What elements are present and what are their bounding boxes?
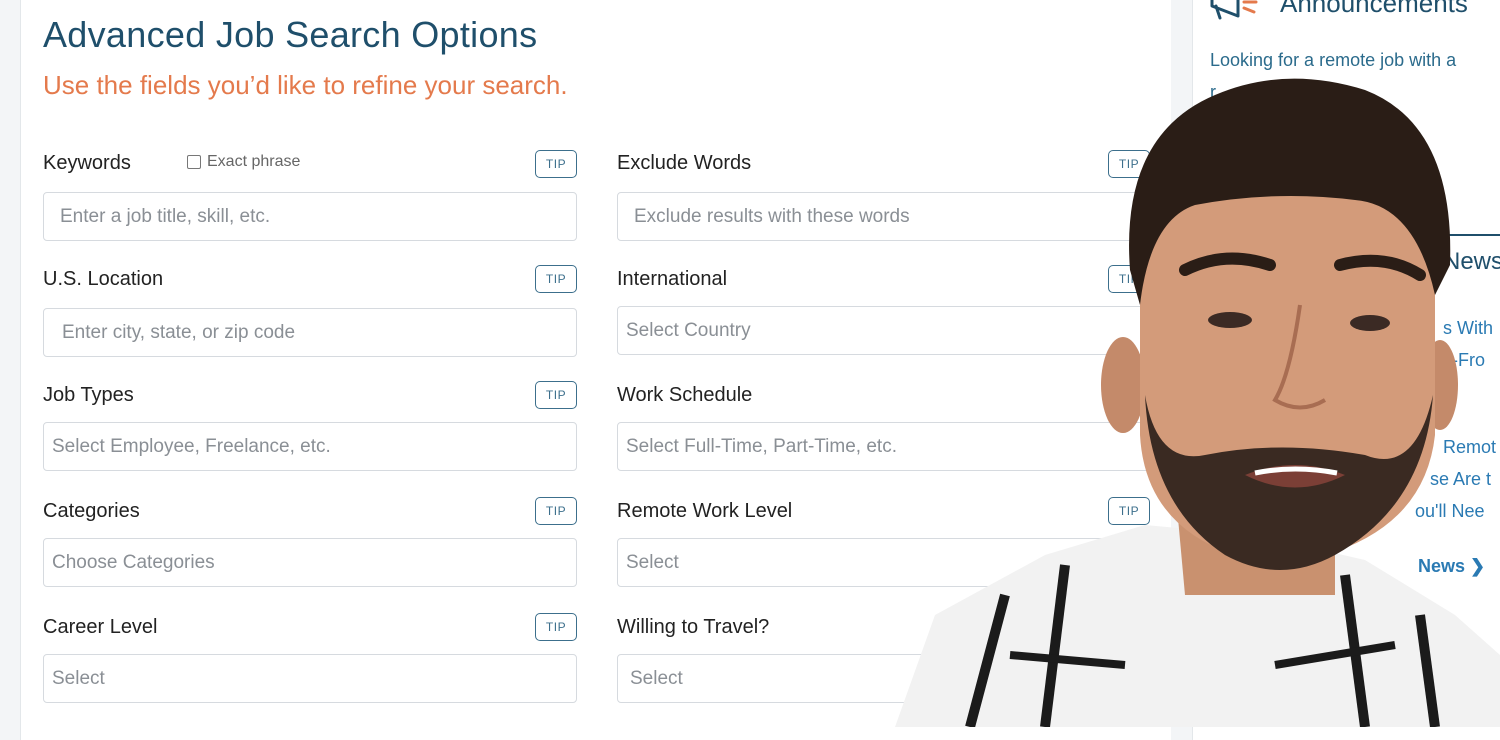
exact-phrase-label: Exact phrase	[207, 153, 301, 170]
us-location-input[interactable]: Enter city, state, or zip code	[43, 308, 577, 357]
announcements-header: Announcements	[1208, 0, 1468, 20]
willing-to-travel-label: Willing to Travel?	[617, 616, 770, 638]
page-title: Advanced Job Search Options	[43, 14, 538, 55]
webcam-presenter-overlay	[895, 78, 1500, 727]
remote-work-level-label: Remote Work Level	[617, 500, 793, 522]
page-subtitle: Use the fields you’d like to refine your…	[43, 70, 568, 100]
categories-select[interactable]: Choose Categories	[43, 538, 577, 587]
work-schedule-label: Work Schedule	[617, 384, 753, 406]
career-level-label: Career Level	[43, 616, 158, 638]
job-types-select[interactable]: Select Employee, Freelance, etc.	[43, 422, 577, 471]
keywords-input[interactable]: Enter a job title, skill, etc.	[43, 192, 577, 241]
categories-label: Categories	[43, 500, 140, 522]
categories-tip-button[interactable]: TIP	[535, 497, 577, 525]
us-location-tip-button[interactable]: TIP	[535, 265, 577, 293]
career-level-select[interactable]: Select	[43, 654, 577, 703]
exact-phrase-option[interactable]: Exact phrase	[187, 153, 300, 171]
international-label: International	[617, 268, 728, 290]
exact-phrase-checkbox[interactable]	[187, 155, 201, 169]
career-level-tip-button[interactable]: TIP	[535, 613, 577, 641]
megaphone-icon	[1210, 0, 1258, 20]
job-types-tip-button[interactable]: TIP	[535, 381, 577, 409]
announcements-title: Announcements	[1280, 0, 1468, 18]
keywords-label: Keywords	[43, 152, 131, 174]
exclude-words-label: Exclude Words	[617, 152, 752, 174]
job-types-label: Job Types	[43, 384, 134, 406]
keywords-tip-button[interactable]: TIP	[535, 150, 577, 178]
us-location-label: U.S. Location	[43, 268, 164, 290]
